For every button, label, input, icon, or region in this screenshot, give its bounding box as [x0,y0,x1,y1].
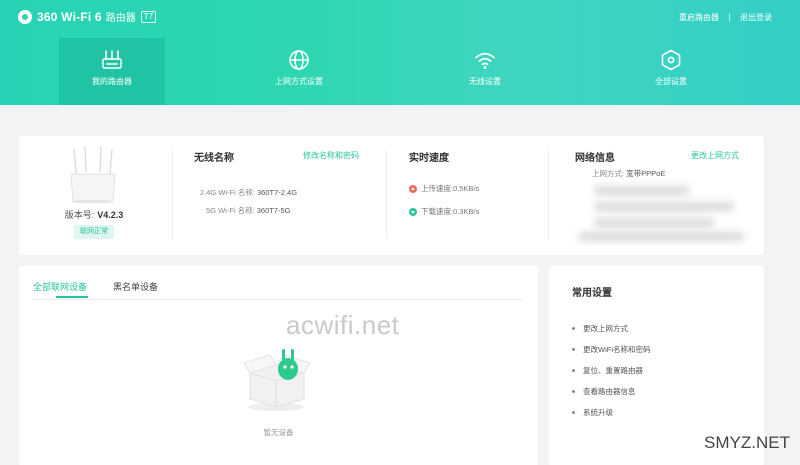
version-label: 版本号: [64,210,95,220]
change-connection-link[interactable]: 更改上网方式 [691,150,739,161]
redacted-info [594,202,734,211]
top-links: 重启路由器 退出登录 [679,12,772,23]
download-speed-row: 下载速度: 0.3KB/s [409,206,479,217]
connection-mode-row: 上网方式: 宽带PPPoE [592,168,665,179]
common-settings-list: 更改上网方式 更改WiFi名称和密码 复位、重置路由器 查看路由器信息 系统升级 [572,318,651,423]
redacted-info [579,232,744,241]
link-divider [729,13,730,22]
divider [548,150,549,238]
firmware-version: 版本号: V4.2.3 [19,208,169,221]
main-nav: 我的路由器 上网方式设置 无线设置 全部设置 [0,38,800,105]
nav-my-router[interactable]: 我的路由器 [59,38,165,105]
router-icon [102,50,122,69]
wifi-5g-label: 5G Wi-Fi 名称: [206,206,255,215]
brand: 360 Wi-Fi 6 路由器 T7 [18,9,157,24]
speed-title: 实时速度 [409,153,449,164]
router-info-card: 版本号: V4.2.3 联网正常 无线名称 修改名称和密码 2.4G Wi-Fi … [19,136,764,255]
redacted-info [594,218,714,227]
logout-link[interactable]: 退出登录 [740,12,772,23]
edit-wifi-link[interactable]: 修改名称和密码 [303,150,359,161]
upload-value: 0.5KB/s [453,184,480,193]
watermark: acwifi.net [286,310,400,340]
network-status-badge: 联网正常 [74,225,114,239]
nav-wireless-setup[interactable]: 无线设置 [432,38,538,105]
setting-router-info[interactable]: 查看路由器信息 [572,381,651,402]
nav-label: 全部设置 [655,77,687,86]
upload-speed-row: 上传速度: 0.5KB/s [409,183,479,194]
nav-label: 无线设置 [469,77,501,86]
setting-change-connection[interactable]: 更改上网方式 [572,318,651,339]
brand-sub: 路由器 [105,13,136,24]
model-badge: T7 [140,10,157,23]
upload-label: 上传速度: [421,184,454,193]
redacted-info [594,186,689,195]
setting-change-wifi[interactable]: 更改WiFi名称和密码 [572,339,651,360]
wifi-24g-value: 360T7-2.4G [257,188,298,197]
wifi-5g-row: 5G Wi-Fi 名称: 360T7-5G [206,205,291,216]
divider [172,150,173,238]
brand-logo-icon [18,9,32,24]
version-value: V4.2.3 [97,210,124,220]
tab-blacklist[interactable]: 黑名单设备 [113,280,158,293]
download-arrow-icon [409,207,417,216]
common-settings-title: 常用设置 [572,288,612,299]
wifi-24g-row: 2.4G Wi-Fi 名称: 360T7-2.4G [200,187,297,198]
wireless-title: 无线名称 [194,153,234,164]
nav-label: 我的路由器 [92,77,132,86]
tab-all-devices[interactable]: 全部联网设备 [33,280,87,293]
network-info-title: 网络信息 [575,153,615,164]
devices-card: 全部联网设备 黑名单设备 暂无设备 [19,266,538,465]
connection-mode-value: 宽带PPPoE [626,169,666,178]
setting-system-upgrade[interactable]: 系统升级 [572,402,651,423]
settings-hexagon-icon [661,49,681,71]
connection-mode-label: 上网方式: [592,169,625,178]
empty-box-illustration [243,349,311,411]
empty-devices-text: 暂无设备 [263,428,294,437]
divider [386,150,387,238]
download-label: 下载速度: [421,207,454,216]
wifi-5g-value: 360T7-5G [256,206,291,215]
active-tab-indicator [56,296,88,298]
wifi-24g-label: 2.4G Wi-Fi 名称: [200,188,256,197]
wifi-icon [475,52,495,69]
nav-label: 上网方式设置 [275,77,323,86]
tabs-divider [33,299,523,300]
brand-name: 360 Wi-Fi 6 [37,9,102,24]
download-value: 0.3KB/s [453,207,480,216]
globe-icon [289,50,309,70]
nav-internet-setup[interactable]: 上网方式设置 [246,38,352,105]
nav-all-settings[interactable]: 全部设置 [618,38,724,105]
router-device-image [70,145,116,203]
reboot-router-link[interactable]: 重启路由器 [679,12,719,23]
top-header: 360 Wi-Fi 6 路由器 T7 重启路由器 退出登录 我的路由器 上网方式… [0,0,800,105]
upload-arrow-icon [409,184,417,193]
setting-reset-router[interactable]: 复位、重置路由器 [572,360,651,381]
corner-watermark: SMYZ.NET [704,433,790,452]
